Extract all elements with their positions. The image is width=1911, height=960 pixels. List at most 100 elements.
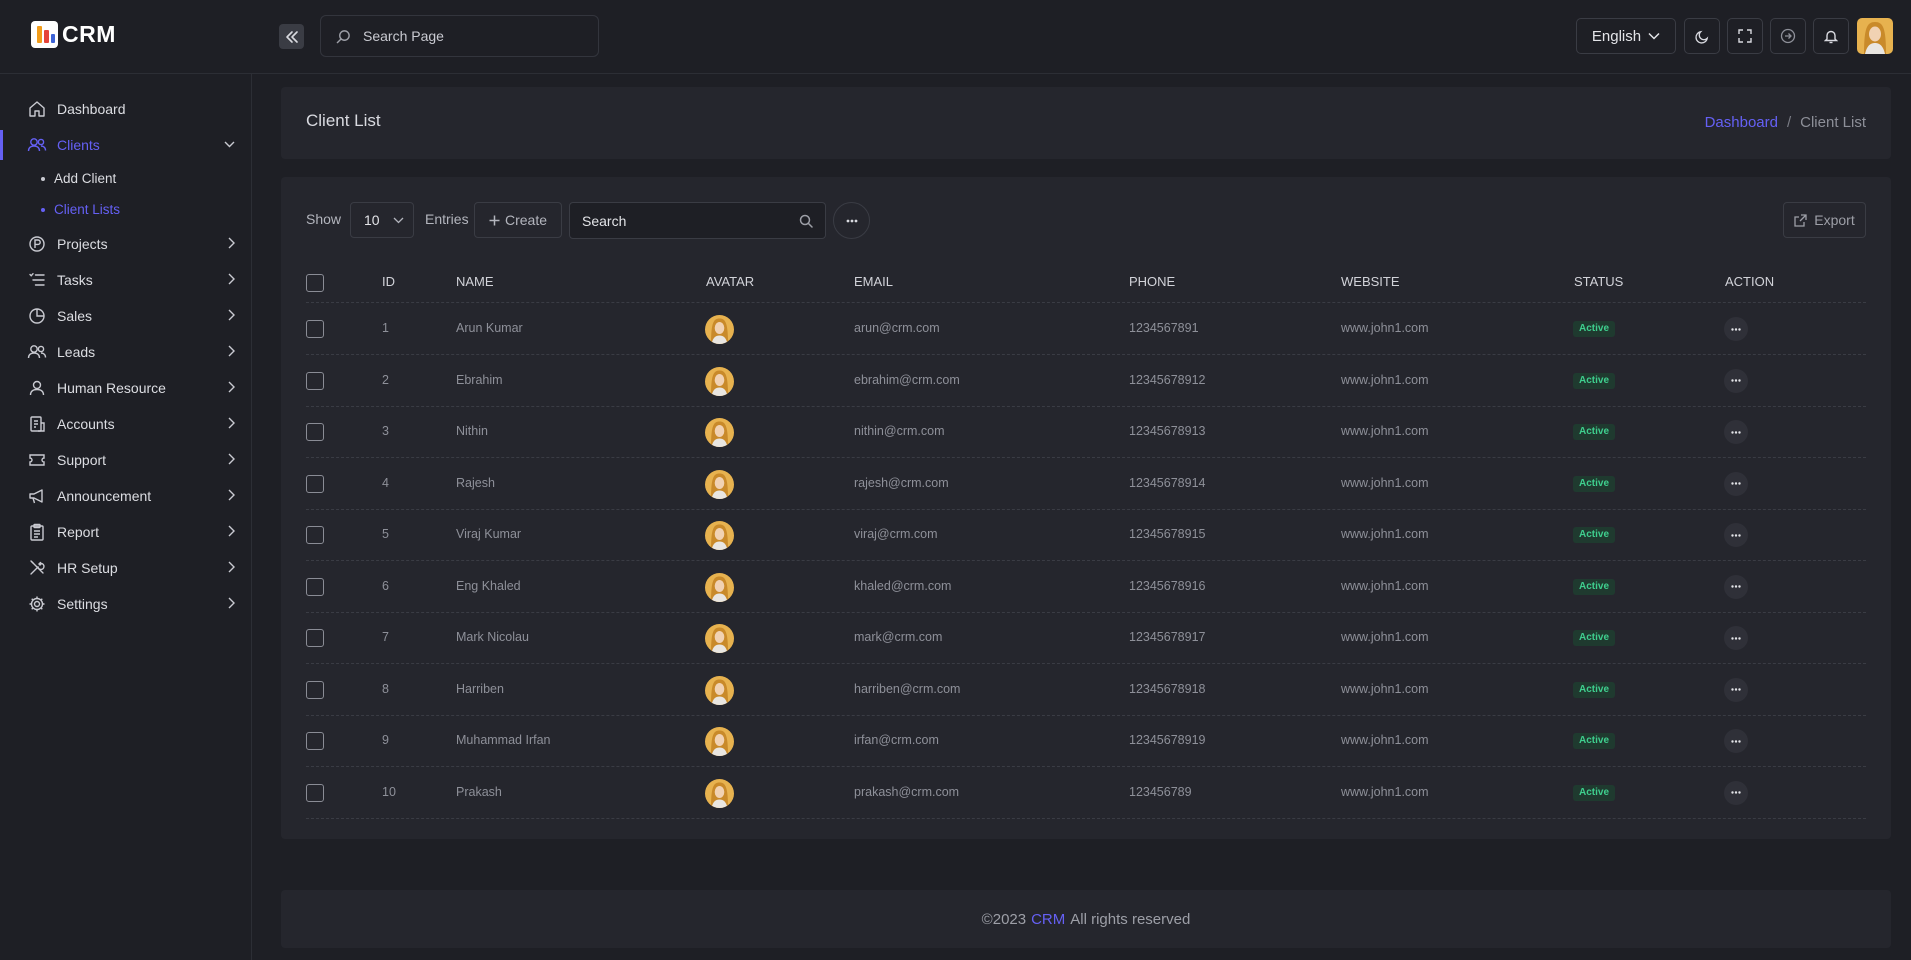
table-row[interactable]: 2 Ebrahim ebrahim@crm.com 12345678912 www.jo… bbox=[306, 355, 1866, 407]
row-checkbox[interactable] bbox=[306, 629, 324, 647]
row-checkbox[interactable] bbox=[306, 474, 324, 493]
more-options-button[interactable] bbox=[833, 202, 870, 239]
sidebar-item-clients[interactable]: Clients bbox=[0, 130, 252, 160]
table-row[interactable]: 9 Muhammad Irfan irfan@crm.com 12345678919 w… bbox=[306, 715, 1866, 767]
row-action-button[interactable] bbox=[1724, 780, 1748, 805]
table-row[interactable]: 4 Rajesh rajesh@crm.com 12345678914 www.john… bbox=[306, 458, 1866, 510]
ellipsis-icon bbox=[1731, 688, 1741, 691]
entries-value: 10 bbox=[364, 212, 380, 228]
status-badge: Active bbox=[1573, 372, 1616, 389]
row-action-button[interactable] bbox=[1724, 729, 1748, 753]
table-row[interactable]: 7 Mark Nicolau mark@crm.com 12345678917 www.… bbox=[306, 612, 1866, 664]
table-row[interactable]: 6 Eng Khaled khaled@crm.com 12345678916 www.… bbox=[306, 561, 1866, 613]
row-action-button[interactable] bbox=[1724, 317, 1748, 341]
row-checkbox[interactable] bbox=[306, 783, 324, 802]
cell-website: www.john1.com bbox=[1341, 578, 1429, 593]
row-checkbox[interactable] bbox=[306, 423, 324, 441]
sidebar-item-hr-setup[interactable]: HR Setup bbox=[0, 553, 252, 583]
accounts-icon bbox=[27, 414, 47, 434]
cell-phone: 12345678915 bbox=[1129, 527, 1206, 541]
row-action-button[interactable] bbox=[1724, 626, 1748, 650]
row-action-button[interactable] bbox=[1724, 420, 1748, 444]
sidebar-item-tasks[interactable]: Tasks bbox=[0, 265, 252, 295]
table-row[interactable]: 3 Nithin nithin@crm.com 12345678913 www.john… bbox=[306, 406, 1866, 458]
footer-brand-link[interactable]: CRM bbox=[1031, 911, 1065, 928]
column-header-avatar[interactable]: AVATAR bbox=[706, 274, 754, 289]
client-avatar bbox=[705, 469, 734, 499]
sidebar-item-report[interactable]: Report bbox=[0, 517, 252, 547]
page-search-input[interactable] bbox=[363, 28, 563, 44]
collapse-sidebar-button[interactable] bbox=[279, 24, 304, 49]
cell-phone: 12345678914 bbox=[1129, 475, 1206, 490]
table-row[interactable]: 1 Arun Kumar arun@crm.com 1234567891 www.joh… bbox=[306, 303, 1866, 355]
column-header-action: ACTION bbox=[1725, 274, 1775, 289]
row-checkbox[interactable] bbox=[306, 371, 324, 390]
entries-select[interactable]: 10 bbox=[350, 202, 414, 238]
sidebar-item-leads[interactable]: Leads bbox=[0, 337, 252, 367]
sidebar-item-sales[interactable]: Sales bbox=[0, 301, 252, 331]
row-checkbox[interactable] bbox=[306, 680, 324, 699]
notifications-button[interactable] bbox=[1813, 18, 1849, 54]
row-checkbox[interactable] bbox=[306, 526, 324, 544]
theme-toggle-button[interactable] bbox=[1684, 18, 1720, 54]
table-row[interactable]: 5 Viraj Kumar viraj@crm.com 12345678915 www.… bbox=[306, 509, 1866, 561]
ellipsis-icon bbox=[1731, 585, 1741, 588]
column-header-website[interactable]: WEBSITE bbox=[1341, 274, 1400, 289]
ellipsis-icon bbox=[846, 219, 857, 222]
language-selector[interactable]: English bbox=[1576, 18, 1676, 54]
cell-website: www.john1.com bbox=[1341, 321, 1429, 335]
column-header-phone[interactable]: PHONE bbox=[1129, 274, 1175, 289]
users-icon bbox=[27, 135, 47, 155]
row-checkbox[interactable] bbox=[306, 320, 324, 338]
footer: ©2023 CRM All rights reserved bbox=[281, 890, 1891, 948]
create-button[interactable]: Create bbox=[474, 202, 562, 238]
ticket-icon bbox=[27, 450, 47, 470]
cell-name: Rajesh bbox=[456, 475, 495, 490]
moon-icon bbox=[1694, 30, 1708, 44]
table-search[interactable] bbox=[569, 202, 826, 239]
cell-id: 3 bbox=[382, 424, 389, 438]
chevron-right-icon bbox=[228, 237, 235, 249]
page-search[interactable] bbox=[320, 15, 599, 57]
table-header-row: ID NAME AVATAR EMAIL PHONE WEBSITE STATU… bbox=[306, 263, 1866, 303]
sidebar-subitem-client-lists[interactable]: Client Lists bbox=[41, 202, 120, 217]
sidebar-subitem-label: Add Client bbox=[54, 171, 117, 186]
search-icon[interactable] bbox=[799, 214, 813, 228]
sidebar-item-announcement[interactable]: Announcement bbox=[0, 481, 252, 511]
sidebar-item-accounts[interactable]: Accounts bbox=[0, 409, 252, 439]
column-header-status[interactable]: STATUS bbox=[1574, 274, 1623, 289]
sidebar-item-label: Report bbox=[57, 524, 100, 540]
sidebar-subitem-add-client[interactable]: Add Client bbox=[41, 171, 116, 186]
row-checkbox[interactable] bbox=[306, 732, 324, 750]
sidebar-item-support[interactable]: Support bbox=[0, 445, 252, 475]
sidebar-item-human-resource[interactable]: Human Resource bbox=[0, 373, 252, 403]
sidebar-item-projects[interactable]: Projects bbox=[0, 229, 252, 259]
table-row[interactable]: 8 Harriben harriben@crm.com 12345678918 www.… bbox=[306, 664, 1866, 716]
logo-text: CRM bbox=[62, 21, 116, 47]
sidebar-item-settings[interactable]: Settings bbox=[0, 589, 252, 619]
row-action-button[interactable] bbox=[1724, 677, 1748, 702]
user-avatar[interactable] bbox=[1857, 18, 1893, 54]
column-header-id[interactable]: ID bbox=[382, 274, 395, 289]
row-action-button[interactable] bbox=[1724, 574, 1748, 599]
cell-id: 5 bbox=[382, 527, 389, 541]
row-action-button[interactable] bbox=[1724, 368, 1748, 393]
app-logo[interactable]: CRM bbox=[31, 21, 116, 48]
fullscreen-button[interactable] bbox=[1727, 18, 1763, 54]
column-header-email[interactable]: EMAIL bbox=[854, 274, 893, 289]
cell-phone: 12345678918 bbox=[1129, 681, 1206, 696]
sidebar-item-dashboard[interactable]: Dashboard bbox=[0, 94, 252, 124]
cell-email: mark@crm.com bbox=[854, 630, 943, 644]
row-action-button[interactable] bbox=[1724, 523, 1748, 547]
row-action-button[interactable] bbox=[1724, 471, 1748, 496]
column-header-name[interactable]: NAME bbox=[456, 274, 494, 289]
export-button[interactable]: Export bbox=[1783, 202, 1866, 238]
entries-label: Entries bbox=[425, 211, 469, 227]
table-search-input[interactable] bbox=[582, 212, 782, 229]
apps-button[interactable] bbox=[1770, 18, 1806, 54]
select-all-checkbox[interactable] bbox=[306, 274, 324, 292]
table-row[interactable]: 10 Prakash prakash@crm.com 123456789 www.joh… bbox=[306, 767, 1866, 819]
breadcrumb-home-link[interactable]: Dashboard bbox=[1705, 114, 1778, 131]
cell-name: Ebrahim bbox=[456, 372, 503, 387]
row-checkbox[interactable] bbox=[306, 577, 324, 596]
